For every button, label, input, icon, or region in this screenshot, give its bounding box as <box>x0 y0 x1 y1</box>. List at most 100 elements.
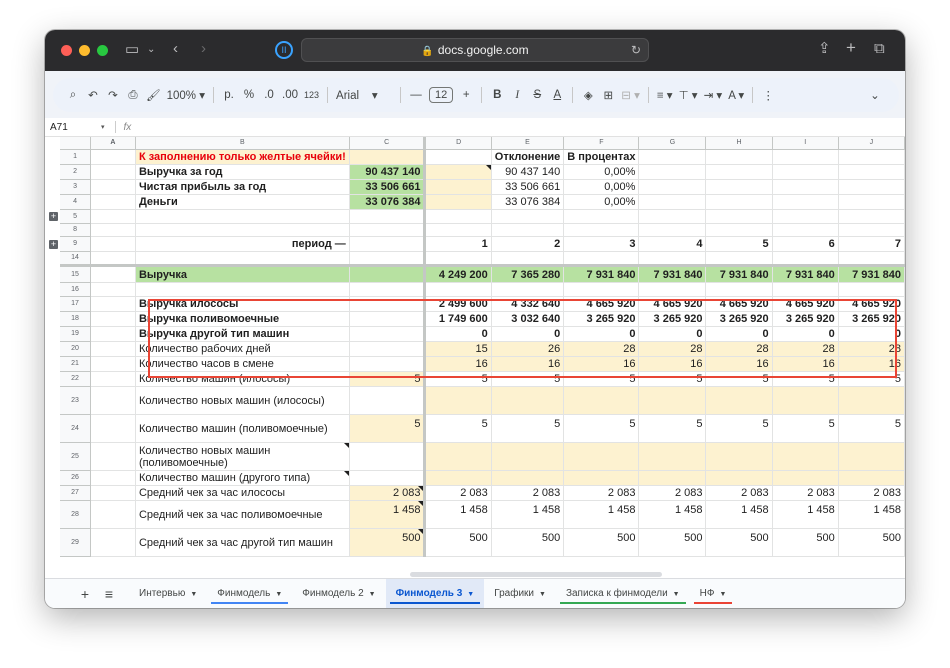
period-cell[interactable]: 6 <box>772 236 839 252</box>
row-header[interactable]: 28 <box>60 500 91 529</box>
reload-icon[interactable]: ↻ <box>631 42 641 58</box>
name-box[interactable]: A71 <box>45 122 101 133</box>
revenue-cell[interactable]: 3 265 920 <box>838 311 905 327</box>
revenue-cell[interactable]: 2 499 600 <box>424 296 492 312</box>
tab-finmodel-note[interactable]: Записка к финмодели ▼ <box>556 579 690 609</box>
cell[interactable] <box>349 311 427 327</box>
period-cell[interactable]: 5 <box>705 236 773 252</box>
cell[interactable] <box>424 149 492 165</box>
cell-f2[interactable]: 0,00% <box>563 164 640 180</box>
cell[interactable] <box>491 251 565 267</box>
value-cell[interactable]: 16 <box>563 356 640 372</box>
cell[interactable] <box>772 442 839 471</box>
cell-b28[interactable]: Средний чек за час поливомоечные <box>135 500 350 529</box>
cell-b22[interactable]: Количество машин (илососы) <box>135 371 350 387</box>
value-cell[interactable]: 5 <box>491 371 565 387</box>
cell-b27[interactable]: Средний чек за час илососы <box>135 485 350 501</box>
revenue-cell[interactable]: 3 265 920 <box>705 311 773 327</box>
font-size-decrease-button[interactable]: — <box>406 89 426 101</box>
cell[interactable] <box>638 251 707 267</box>
text-color-icon[interactable]: A <box>547 89 567 101</box>
row-header[interactable]: 5 <box>60 209 91 224</box>
cell[interactable] <box>638 209 707 224</box>
cell[interactable] <box>838 179 905 195</box>
privacy-shield-icon[interactable]: II <box>275 41 293 59</box>
value-cell[interactable]: 16 <box>638 356 707 372</box>
value-cell[interactable]: 28 <box>638 341 707 357</box>
cell[interactable] <box>772 179 839 195</box>
period-cell[interactable]: 7 <box>838 236 905 252</box>
cell[interactable] <box>638 442 707 471</box>
tab-interview[interactable]: Интервью ▼ <box>129 579 207 609</box>
cell[interactable] <box>491 386 565 415</box>
fill-color-icon[interactable]: ◈ <box>578 88 598 102</box>
cell[interactable] <box>424 251 492 267</box>
cell[interactable] <box>90 442 136 471</box>
value-cell[interactable]: 500 <box>705 528 773 557</box>
value-cell[interactable]: 5 <box>705 414 773 443</box>
share-icon[interactable]: ⇪ <box>818 41 831 57</box>
name-box-dropdown-icon[interactable]: ▾ <box>101 123 105 131</box>
column-header-j[interactable]: J <box>838 137 905 150</box>
cell[interactable] <box>424 194 492 210</box>
more-options-icon[interactable]: ⋮ <box>758 88 778 102</box>
tab-finmodel[interactable]: Финмодель ▼ <box>207 579 292 609</box>
cell[interactable] <box>705 164 773 180</box>
cell[interactable] <box>349 149 427 165</box>
value-cell[interactable]: 5 <box>838 371 905 387</box>
period-cell[interactable]: 3 <box>563 236 640 252</box>
cell-c4[interactable]: 33 076 384 <box>349 194 427 210</box>
increase-decimal-button[interactable]: .00 <box>279 89 301 101</box>
cell-c28[interactable]: 1 458 <box>349 500 427 529</box>
close-window-button[interactable] <box>61 45 72 56</box>
cell-e2[interactable]: 90 437 140 <box>491 164 565 180</box>
value-cell[interactable]: 5 <box>772 371 839 387</box>
search-icon[interactable]: ⌕ <box>63 89 83 102</box>
revenue-cell[interactable]: 3 032 640 <box>491 311 565 327</box>
row-header[interactable]: 4 <box>60 194 91 210</box>
redo-icon[interactable]: ↷ <box>103 88 123 102</box>
row-header[interactable]: 23 <box>60 386 91 415</box>
cell[interactable] <box>563 470 640 486</box>
cell[interactable] <box>563 223 640 237</box>
value-cell[interactable]: 2 083 <box>638 485 707 501</box>
cell[interactable] <box>838 149 905 165</box>
cell-b1[interactable]: К заполнению только желтые ячейки! <box>135 149 350 165</box>
cell[interactable] <box>491 470 565 486</box>
expand-group-icon[interactable]: + <box>49 239 58 249</box>
cell[interactable] <box>638 179 707 195</box>
borders-icon[interactable]: ⊞ <box>598 88 618 102</box>
cell[interactable] <box>705 470 773 486</box>
all-sheets-button[interactable]: ≡ <box>97 586 121 602</box>
cell[interactable] <box>135 282 350 297</box>
cell-f4[interactable]: 0,00% <box>563 194 640 210</box>
revenue-cell[interactable]: 4 332 640 <box>491 296 565 312</box>
cell[interactable] <box>90 356 136 372</box>
value-cell[interactable]: 1 458 <box>491 500 565 529</box>
strikethrough-icon[interactable]: S <box>527 89 547 101</box>
column-header-f[interactable]: F <box>563 137 640 150</box>
cell-b17[interactable]: Выручка илососы <box>135 296 350 312</box>
cell[interactable] <box>424 164 492 180</box>
cell-b25[interactable]: Количество новых машин (поливомоечные) <box>135 442 350 471</box>
font-size-input[interactable]: 12 <box>429 87 454 103</box>
row-header[interactable]: 20 <box>60 341 91 357</box>
period-cell[interactable]: 1 <box>424 236 492 252</box>
cell[interactable] <box>772 386 839 415</box>
value-cell[interactable]: 2 083 <box>563 485 640 501</box>
value-cell[interactable]: 16 <box>705 356 773 372</box>
cell-b26[interactable]: Количество машин (другого типа) <box>135 470 350 486</box>
row-header[interactable]: 19 <box>60 326 91 342</box>
row-header[interactable]: 15 <box>60 265 91 283</box>
cell[interactable] <box>424 179 492 195</box>
revenue-cell[interactable]: 0 <box>491 326 565 342</box>
cell[interactable] <box>638 470 707 486</box>
row-header[interactable]: 18 <box>60 311 91 327</box>
cell[interactable] <box>772 251 839 267</box>
cell[interactable] <box>705 442 773 471</box>
cell[interactable] <box>349 356 427 372</box>
tab-overview-icon[interactable]: ⧉ <box>874 41 885 57</box>
cell[interactable] <box>90 470 136 486</box>
new-tab-icon[interactable]: + <box>846 39 856 56</box>
cell[interactable] <box>705 194 773 210</box>
